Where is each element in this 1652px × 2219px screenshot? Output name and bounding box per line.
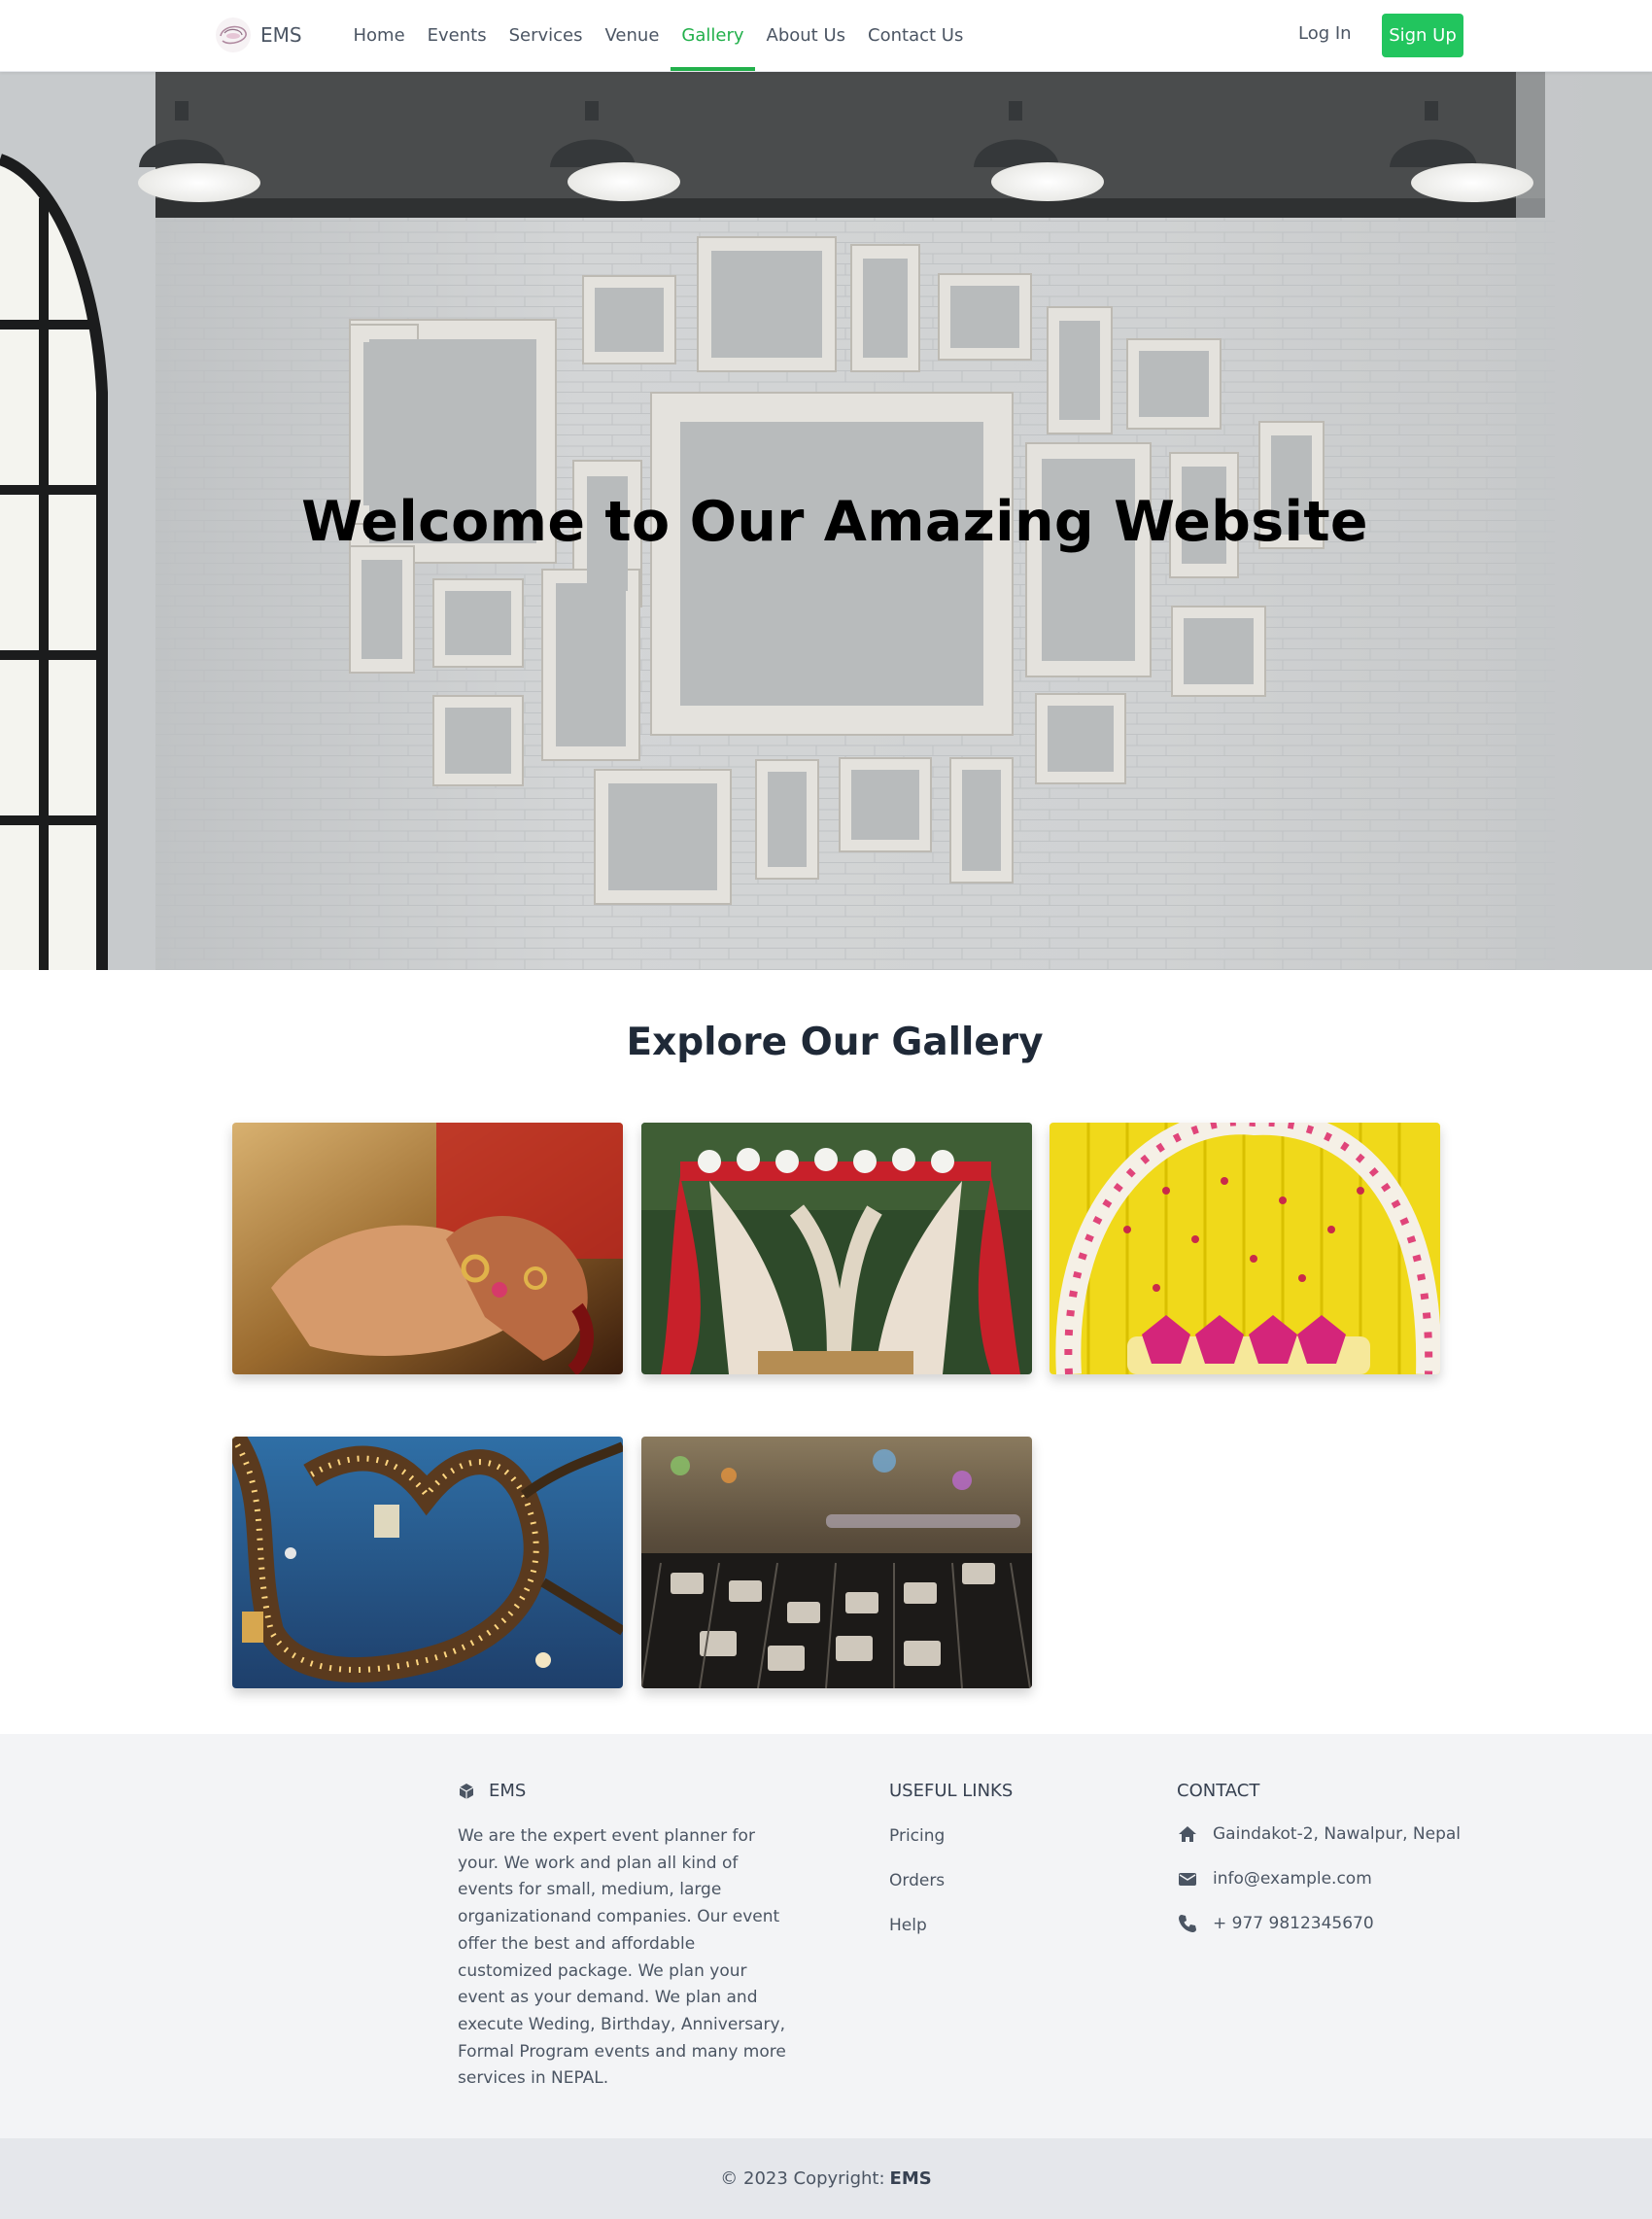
gallery-image-hands-rings[interactable] (232, 1123, 623, 1374)
top-navbar: EMS Home Events Services Venue Gallery A… (0, 0, 1652, 72)
footer-link-pricing[interactable]: Pricing (889, 1826, 945, 1846)
contact-address: Gaindakot-2, Nawalpur, Nepal (1177, 1823, 1461, 1845)
nav-link-contact-us[interactable]: Contact Us (857, 0, 975, 72)
nav-link-about-us[interactable]: About Us (755, 0, 857, 72)
footer-link-help[interactable]: Help (889, 1916, 927, 1935)
nav-links: Home Events Services Venue Gallery About… (342, 0, 975, 72)
login-link[interactable]: Log In (1298, 23, 1352, 44)
brand-logo-icon (214, 16, 253, 54)
useful-links-heading: Useful links (889, 1781, 1014, 1801)
footer-brand-name: EMS (489, 1781, 527, 1801)
contact-email-text: info@example.com (1213, 1869, 1372, 1889)
gallery-image-audio-mixer[interactable] (641, 1437, 1032, 1688)
nav-link-venue[interactable]: Venue (594, 0, 671, 72)
copyright-brand[interactable]: EMS (890, 2168, 932, 2189)
hero-title: Welcome to Our Amazing Website (301, 490, 1368, 554)
phone-icon (1177, 1913, 1198, 1934)
cube-icon (459, 1783, 474, 1799)
brand-name: EMS (260, 23, 302, 47)
brand-link[interactable]: EMS (214, 16, 302, 54)
footer-link-orders[interactable]: Orders (889, 1871, 945, 1890)
nav-link-gallery[interactable]: Gallery (670, 0, 756, 72)
gallery-title: Explore Our Gallery (626, 1021, 1044, 1064)
copyright-text: © 2023 Copyright: (720, 2168, 885, 2189)
nav-link-home[interactable]: Home (342, 0, 416, 72)
signup-button[interactable]: Sign Up (1382, 14, 1463, 57)
contact-phone-text: + 977 9812345670 (1213, 1914, 1374, 1933)
hero-banner: Welcome to Our Amazing Website (0, 72, 1652, 970)
home-icon (1177, 1823, 1198, 1845)
contact-phone[interactable]: + 977 9812345670 (1177, 1913, 1374, 1934)
footer: EMS We are the expert event planner for … (0, 1734, 1652, 2138)
footer-brand: EMS (458, 1781, 526, 1801)
contact-address-text: Gaindakot-2, Nawalpur, Nepal (1213, 1824, 1462, 1844)
gallery-image-tree-lights[interactable] (232, 1437, 623, 1688)
footer-description: We are the expert event planner for your… (458, 1826, 786, 2089)
envelope-icon (1177, 1868, 1198, 1890)
nav-link-events[interactable]: Events (416, 0, 498, 72)
nav-link-services[interactable]: Services (498, 0, 594, 72)
copyright-bar: © 2023 Copyright: EMS (0, 2138, 1652, 2219)
gallery-image-mandap[interactable] (641, 1123, 1032, 1374)
contact-email[interactable]: info@example.com (1177, 1868, 1372, 1890)
gallery-image-flower-arch[interactable] (1050, 1123, 1440, 1374)
contact-heading: Contact (1177, 1781, 1260, 1801)
